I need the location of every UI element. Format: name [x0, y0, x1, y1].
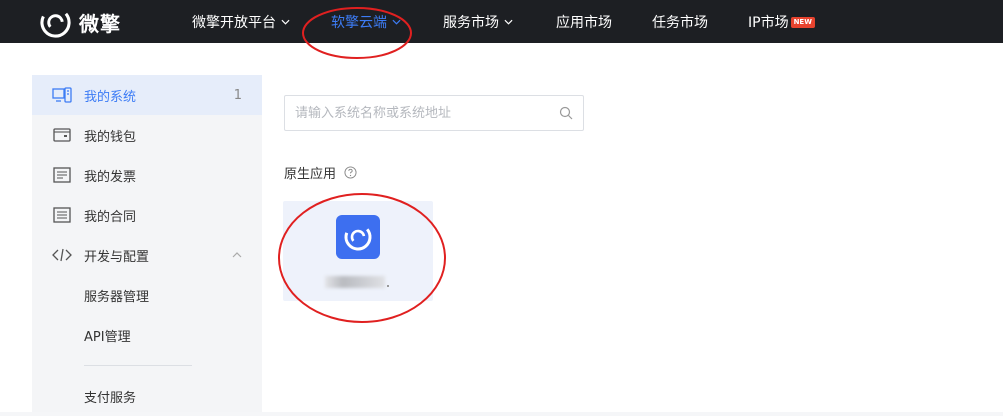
- sidebar-item-label: 开发与配置: [84, 249, 150, 265]
- sidebar-divider: [84, 365, 192, 366]
- sidebar-item-my-invoices[interactable]: 我的发票: [32, 155, 262, 195]
- nav-label: 微擎开放平台: [192, 15, 276, 31]
- section-title-text: 原生应用: [284, 167, 337, 182]
- app-logo-icon: [344, 223, 372, 251]
- brand-logo[interactable]: 微擎: [40, 6, 121, 38]
- sidebar-item-dev-config[interactable]: 开发与配置: [32, 235, 262, 275]
- sidebar-item-label: 我的钱包: [84, 129, 137, 145]
- system-count: 1: [233, 87, 242, 103]
- sidebar-item-server-management[interactable]: 服务器管理: [32, 275, 262, 315]
- nav-label: 服务市场: [443, 15, 499, 31]
- contract-icon: [53, 207, 71, 223]
- nav-label: 软擎云端: [331, 15, 387, 31]
- sidebar: 我的系统 1 我的钱包 我的发票 我的合同 开发与配置 服务器管理 API管理 …: [32, 75, 262, 412]
- brand-name: 微擎: [79, 11, 121, 36]
- nav-item-ip-market[interactable]: IP市场 NEW: [748, 12, 815, 32]
- code-icon: [52, 248, 72, 262]
- app-logo: [336, 215, 380, 259]
- new-badge: NEW: [790, 16, 815, 28]
- nav-item-service-market[interactable]: 服务市场: [443, 12, 513, 32]
- sidebar-item-payment-service[interactable]: 支付服务: [32, 376, 262, 416]
- top-navigation-bar: 微擎 微擎开放平台 软擎云端 服务市场 应用市场 任务市场 IP市场 NEW: [0, 0, 1003, 43]
- chevron-up-icon[interactable]: [232, 252, 242, 258]
- search-icon[interactable]: [559, 106, 573, 120]
- sidebar-item-label: 我的发票: [84, 169, 137, 185]
- sidebar-item-my-wallet[interactable]: 我的钱包: [32, 115, 262, 155]
- nav-label: 应用市场: [556, 15, 612, 31]
- nav-label: IP市场: [748, 15, 789, 31]
- system-icon: [52, 87, 72, 103]
- chevron-down-icon: [504, 19, 513, 25]
- nav-item-cloud[interactable]: 软擎云端: [331, 12, 401, 32]
- nav-item-app-market[interactable]: 应用市场: [556, 12, 612, 32]
- search-box: [284, 95, 584, 131]
- app-card[interactable]: [283, 201, 433, 301]
- sidebar-item-label: 支付服务: [84, 390, 137, 406]
- search-input[interactable]: [295, 103, 545, 123]
- nav-label: 任务市场: [652, 15, 708, 31]
- app-name-redacted: [325, 276, 385, 288]
- sidebar-item-label: 服务器管理: [84, 289, 150, 305]
- sidebar-item-label: API管理: [84, 329, 131, 345]
- sidebar-item-my-systems[interactable]: 我的系统 1: [32, 75, 262, 115]
- brand-logo-icon: [40, 6, 71, 38]
- nav-item-open-platform[interactable]: 微擎开放平台: [192, 12, 290, 32]
- help-icon[interactable]: [344, 166, 357, 179]
- wallet-icon: [53, 128, 71, 142]
- sidebar-item-label: 我的系统: [84, 89, 137, 105]
- chevron-down-icon: [281, 19, 290, 25]
- invoice-icon: [53, 167, 71, 183]
- sidebar-item-my-contracts[interactable]: 我的合同: [32, 195, 262, 235]
- nav-item-task-market[interactable]: 任务市场: [652, 12, 708, 32]
- section-title-native-apps: 原生应用: [284, 163, 357, 182]
- sidebar-item-label: 我的合同: [84, 209, 137, 225]
- sidebar-item-api-management[interactable]: API管理: [32, 315, 262, 355]
- chevron-down-icon: [392, 19, 401, 25]
- app-name-trailing-dot: [387, 285, 389, 287]
